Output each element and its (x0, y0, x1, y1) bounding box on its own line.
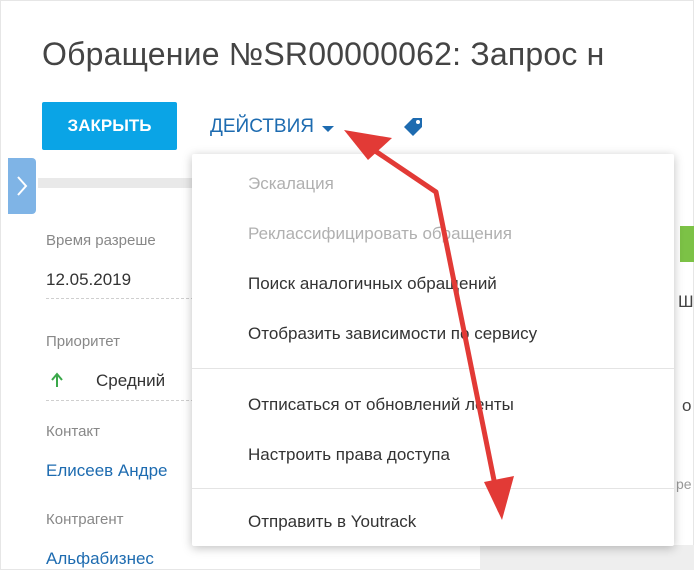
resolution-time-label: Время разреше (46, 232, 156, 249)
menu-item-access-rights[interactable]: Настроить права доступа (248, 445, 450, 465)
menu-divider (192, 488, 674, 489)
right-panel-partial-text-3: ре (676, 476, 692, 492)
tag-icon[interactable] (400, 115, 426, 137)
account-link[interactable]: Альфабизнес (46, 549, 154, 569)
menu-item-send-youtrack[interactable]: Отправить в Youtrack (248, 512, 416, 532)
details-header-band (38, 178, 218, 188)
priority-underline (46, 400, 194, 402)
menu-divider (192, 368, 674, 369)
actions-menu: Эскалация Реклассифицировать обращения П… (192, 154, 674, 546)
menu-item-find-similar[interactable]: Поиск аналогичных обращений (248, 274, 497, 294)
menu-item-escalation[interactable]: Эскалация (248, 174, 334, 194)
account-label: Контрагент (46, 511, 124, 528)
arrow-up-icon (51, 372, 63, 387)
resolution-time-value[interactable]: 12.05.2019 (46, 270, 131, 290)
actions-label: ДЕЙСТВИЯ (210, 116, 314, 137)
right-panel-partial-text-1: Ш (678, 292, 694, 311)
right-panel-partial-text-2: о (682, 396, 692, 415)
menu-item-reclassify[interactable]: Реклассифицировать обращения (248, 224, 512, 244)
chevron-down-icon (321, 125, 334, 132)
menu-item-unsubscribe-feed[interactable]: Отписаться от обновлений ленты (248, 395, 514, 415)
contact-link[interactable]: Елисеев Андре (46, 461, 167, 481)
priority-label: Приоритет (46, 333, 120, 350)
status-indicator (680, 226, 694, 262)
resolution-time-underline (46, 298, 194, 300)
close-button[interactable]: ЗАКРЫТЬ (42, 102, 177, 150)
side-panel-toggle[interactable] (8, 158, 36, 214)
page-title: Обращение №SR00000062: Запрос н (42, 36, 605, 72)
priority-value[interactable]: Средний (96, 371, 165, 391)
menu-item-service-dependencies[interactable]: Отобразить зависимости по сервису (248, 324, 537, 344)
contact-label: Контакт (46, 423, 101, 440)
actions-dropdown-button[interactable]: ДЕЙСТВИЯ (210, 115, 334, 139)
right-panel-footer (480, 545, 694, 570)
chevron-right-icon (17, 176, 28, 196)
